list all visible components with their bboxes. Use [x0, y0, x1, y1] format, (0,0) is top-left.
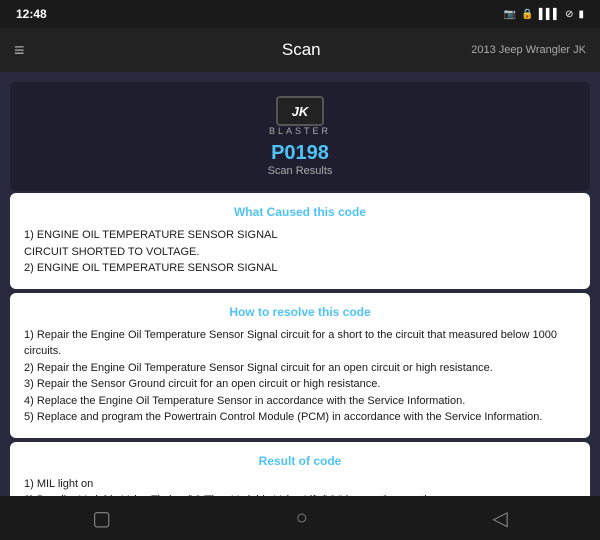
recent-apps-button[interactable]: ▢: [68, 498, 135, 539]
result-line-1: 1) MIL light on: [24, 478, 93, 490]
content-area[interactable]: JK BLASTER P0198 Scan Results What Cause…: [0, 72, 600, 496]
logo-jk: JK: [276, 96, 324, 126]
phone-container: 12:48 📷 🔒 ▌▌▌ ⊘ ▮ ≡ Scan 2013 Jeep Wrang…: [0, 0, 600, 540]
caused-line-2: CIRCUIT SHORTED TO VOLTAGE.: [24, 246, 199, 258]
resolve-line-5: 5) Replace and program the Powertrain Co…: [24, 411, 542, 423]
status-bar: 12:48 📷 🔒 ▌▌▌ ⊘ ▮: [0, 0, 600, 28]
logo-container: JK BLASTER: [24, 96, 576, 136]
status-icons: 📷 🔒 ▌▌▌ ⊘ ▮: [504, 9, 584, 20]
wifi-icon: ⊘: [565, 9, 573, 20]
resolve-line-1: 1) Repair the Engine Oil Temperature Sen…: [24, 329, 557, 358]
code-number: P0198: [24, 142, 576, 165]
scan-results-label: Scan Results: [24, 165, 576, 177]
back-button[interactable]: ◁: [468, 498, 531, 539]
result-card: Result of code 1) MIL light on2) Possibe…: [10, 442, 590, 497]
resolve-line-2: 2) Repair the Engine Oil Temperature Sen…: [24, 362, 493, 374]
caused-card: What Caused this code 1) ENGINE OIL TEMP…: [10, 193, 590, 289]
caused-body: 1) ENGINE OIL TEMPERATURE SENSOR SIGNAL …: [24, 227, 576, 277]
resolve-body: 1) Repair the Engine Oil Temperature Sen…: [24, 327, 576, 426]
vehicle-label: 2013 Jeep Wrangler JK: [471, 44, 586, 56]
logo-card: JK BLASTER P0198 Scan Results: [10, 82, 590, 191]
toolbar: ≡ Scan 2013 Jeep Wrangler JK: [0, 28, 600, 72]
bottom-nav: ▢ ○ ◁: [0, 496, 600, 540]
status-time: 12:48: [16, 7, 47, 21]
caused-title: What Caused this code: [24, 205, 576, 219]
logo-blaster: BLASTER: [269, 126, 331, 136]
home-button[interactable]: ○: [272, 499, 332, 538]
resolve-line-3: 3) Repair the Sensor Ground circuit for …: [24, 378, 380, 390]
resolve-card: How to resolve this code 1) Repair the E…: [10, 293, 590, 438]
battery-icon: ▮: [578, 9, 584, 20]
caused-line-3: 2) ENGINE OIL TEMPERATURE SENSOR SIGNAL: [24, 262, 277, 274]
resolve-title: How to resolve this code: [24, 305, 576, 319]
camera-indicator-icon: 📷: [504, 9, 516, 20]
result-title: Result of code: [24, 454, 576, 468]
signal-icon: ▌▌▌: [539, 9, 560, 20]
lock-icon: 🔒: [521, 9, 533, 20]
caused-line-1: 1) ENGINE OIL TEMPERATURE SENSOR SIGNAL: [24, 229, 277, 241]
resolve-line-4: 4) Replace the Engine Oil Temperature Se…: [24, 395, 465, 407]
result-body: 1) MIL light on2) Possibe Variable Valve…: [24, 476, 576, 497]
menu-icon[interactable]: ≡: [14, 40, 25, 61]
